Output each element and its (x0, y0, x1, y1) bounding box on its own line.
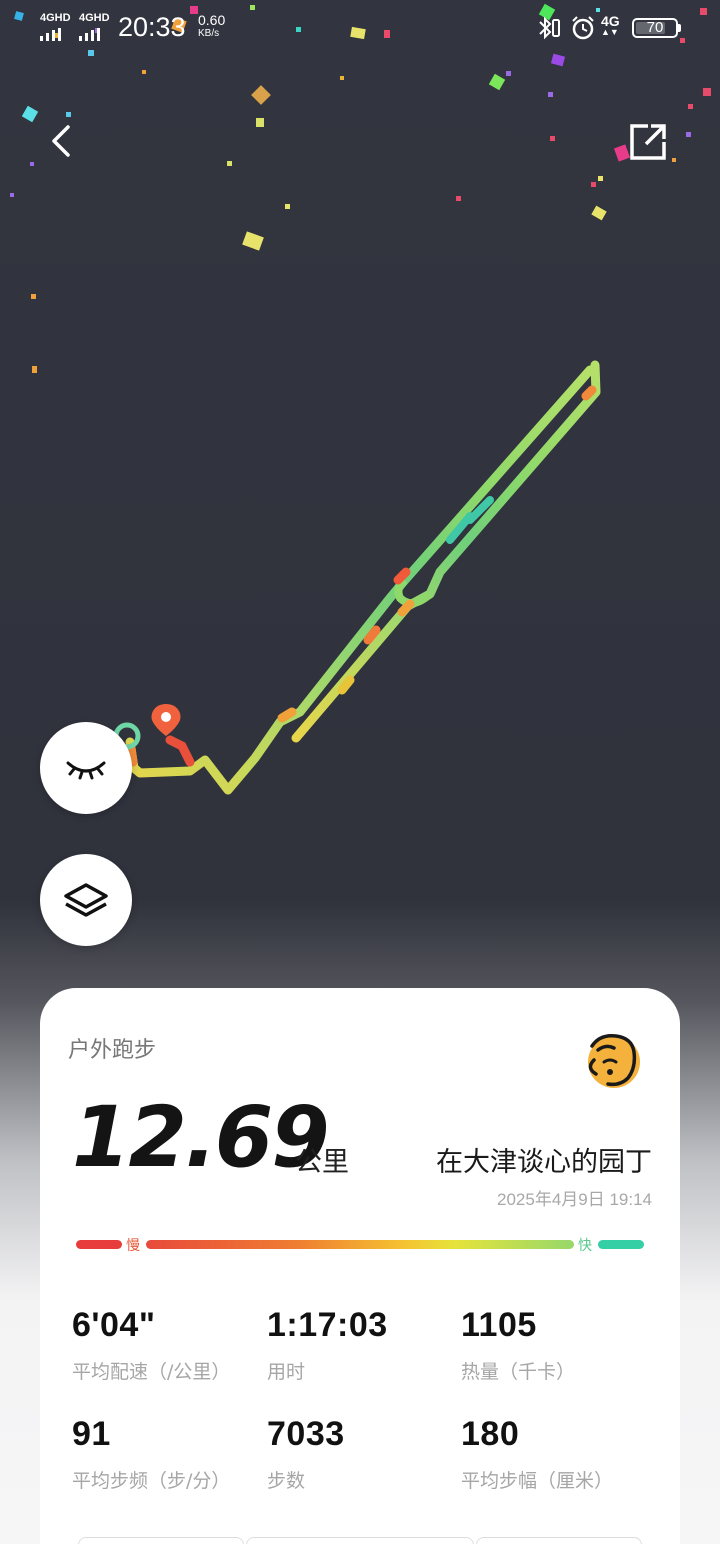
hide-toggle-button[interactable] (40, 722, 132, 814)
workout-datetime: 2025年4月9日 19:14 (497, 1190, 652, 1209)
stat-label: 平均配速（/公里） (72, 1361, 231, 1383)
username: 在大津谈心的园丁 (436, 1147, 652, 1178)
pace-legend-gradient (146, 1240, 574, 1249)
map-layers-button[interactable] (40, 854, 132, 946)
pace-legend: 慢 快 (76, 1238, 646, 1254)
stat-stride: 180 平均步幅（厘米） (461, 1415, 651, 1493)
activity-type: 户外跑步 (68, 1038, 157, 1063)
layers-icon (64, 883, 108, 917)
net-speed-unit: KB/s (198, 28, 220, 39)
stat-label: 用时 (267, 1361, 306, 1383)
stat-value: 1105 (461, 1306, 537, 1344)
battery-icon: 70 (632, 18, 678, 38)
distance-value: 12.69 (72, 1088, 330, 1186)
stat-cadence: 91 平均步频（步/分） (72, 1415, 262, 1493)
signal-label: 4GHD (40, 12, 71, 24)
battery-tip (678, 24, 681, 32)
signal-icon: 4GHD (40, 12, 74, 41)
chevron-left-icon[interactable] (38, 118, 84, 164)
signal-icon: 4GHD (79, 12, 113, 41)
status-time: 20:33 (118, 12, 186, 42)
avatar[interactable] (580, 1028, 644, 1092)
stat-value: 1:17:03 (267, 1306, 388, 1344)
stat-value: 180 (461, 1415, 520, 1453)
stat-label: 步数 (267, 1470, 306, 1492)
battery-level: 70 (646, 19, 664, 36)
workout-summary-card: 户外跑步 12.69 公里 在大津谈心的园丁 2025年4月9日 19:14 慢… (40, 988, 680, 1544)
pace-legend-fast-label: 快 (578, 1238, 592, 1254)
stat-steps: 7033 步数 (267, 1415, 457, 1493)
bottom-tabs-peek (78, 1537, 642, 1544)
stat-value: 6'04" (72, 1306, 156, 1344)
stat-duration: 1:17:03 用时 (267, 1306, 457, 1384)
distance-unit: 公里 (295, 1147, 349, 1178)
pace-legend-slow-bar (76, 1240, 122, 1249)
signal-label: 4GHD (79, 12, 110, 24)
status-bar: 4GHD 4GHD 20:33 0.60 KB/s 4G ▲▼ 70 (0, 0, 720, 56)
stat-value: 7033 (267, 1415, 345, 1453)
pace-legend-fast-bar (598, 1240, 644, 1249)
pace-legend-slow-label: 慢 (126, 1238, 140, 1254)
stat-label: 平均步频（步/分） (72, 1470, 231, 1492)
stat-avg-pace: 6'04" 平均配速（/公里） (72, 1306, 262, 1384)
network-type: 4G ▲▼ (601, 13, 620, 37)
stat-calories: 1105 热量（千卡） (461, 1306, 651, 1384)
share-export-icon[interactable] (624, 118, 672, 166)
stat-label: 热量（千卡） (461, 1361, 576, 1383)
end-marker (151, 704, 181, 736)
net-speed: 0.60 KB/s (198, 12, 226, 40)
stat-value: 91 (72, 1415, 111, 1453)
stat-label: 平均步幅（厘米） (461, 1470, 614, 1492)
eye-closed-icon (66, 761, 106, 780)
net-speed-value: 0.60 (198, 12, 226, 28)
bluetooth-icon (539, 16, 560, 40)
alarm-icon (572, 16, 594, 40)
